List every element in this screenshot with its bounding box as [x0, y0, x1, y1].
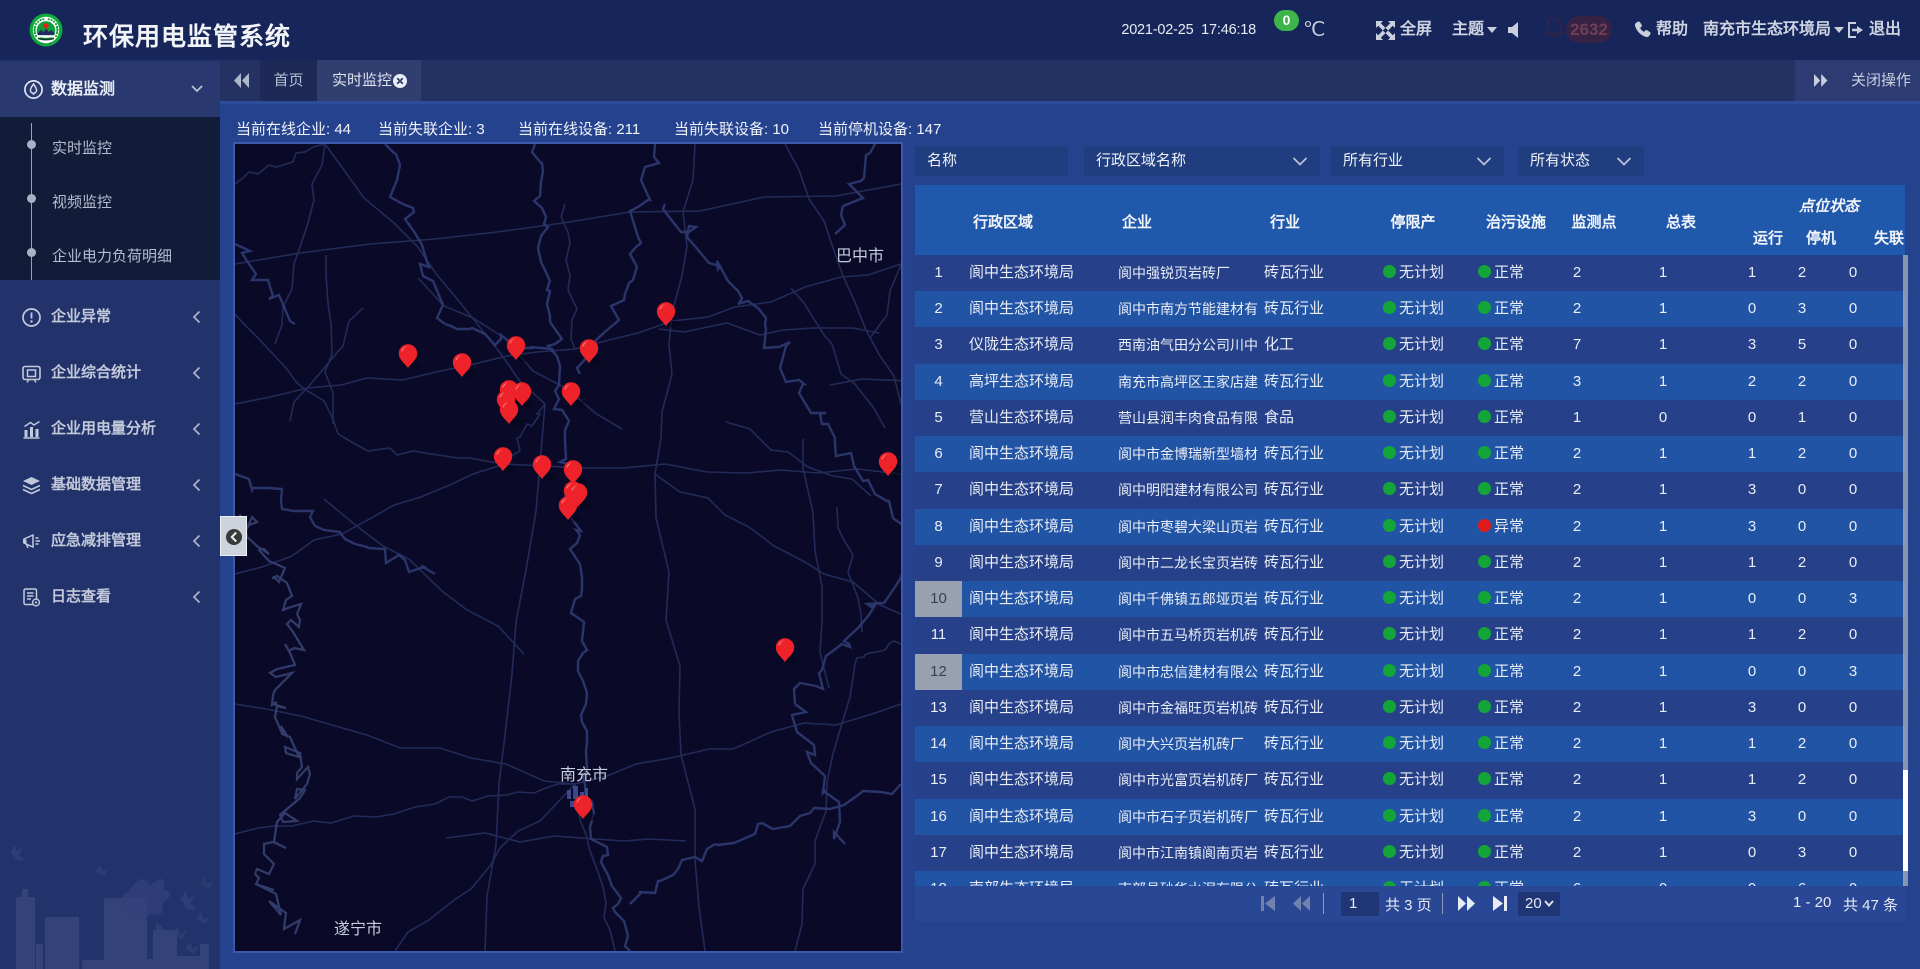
svg-text:遂宁市: 遂宁市 [334, 920, 382, 938]
svg-text:南充市: 南充市 [560, 766, 608, 784]
svg-text:巴中市: 巴中市 [836, 247, 884, 265]
